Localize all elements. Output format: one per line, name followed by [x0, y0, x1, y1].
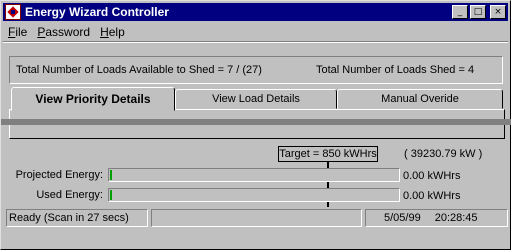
- loads-shed-text: Total Number of Loads Shed = 4: [316, 64, 475, 76]
- used-energy-value: 0.00 kWHrs: [403, 190, 461, 202]
- tab-view-priority-details[interactable]: View Priority Details: [11, 87, 175, 111]
- tab-manual-overide[interactable]: Manual Overide: [337, 89, 503, 109]
- menu-help-label: elp: [108, 24, 125, 39]
- menu-separator: [3, 41, 508, 43]
- projected-energy-bar: [108, 168, 400, 182]
- status-date: 5/05/99: [384, 212, 421, 224]
- close-button[interactable]: ×: [490, 5, 506, 19]
- used-energy-bar: [108, 188, 400, 202]
- tab-strip: View Priority Details View Load Details …: [9, 87, 505, 111]
- menu-help[interactable]: Help: [95, 25, 130, 39]
- status-panel-empty: [151, 209, 362, 227]
- status-text: Ready (Scan in 27 secs): [6, 209, 148, 227]
- menu-password-label: assword: [45, 24, 91, 39]
- menu-file[interactable]: File: [3, 25, 32, 39]
- projected-energy-value: 0.00 kWHrs: [403, 170, 461, 182]
- used-energy-label: Used Energy:: [36, 189, 103, 201]
- menu-bar: File Password Help: [3, 22, 130, 41]
- loads-summary-panel: Total Number of Loads Available to Shed …: [9, 56, 503, 84]
- title-bar[interactable]: Energy Wizard Controller _ □ ×: [3, 3, 508, 21]
- loads-available-text: Total Number of Loads Available to Shed …: [16, 64, 262, 76]
- used-energy-fill: [110, 190, 112, 200]
- projected-energy-label: Projected Energy:: [15, 169, 103, 181]
- target-energy-label: Target = 850 kWHrs: [278, 146, 378, 162]
- target-kw-value: ( 39230.79 kW ): [404, 148, 483, 160]
- menu-password[interactable]: Password: [32, 25, 95, 39]
- projected-energy-fill: [110, 170, 112, 180]
- main-window: Energy Wizard Controller _ □ × File Pass…: [0, 0, 511, 250]
- maximize-button[interactable]: □: [470, 5, 486, 19]
- tab-view-load-details[interactable]: View Load Details: [175, 89, 337, 109]
- window-title: Energy Wizard Controller: [25, 5, 169, 19]
- status-time: 20:28:45: [434, 212, 478, 224]
- status-datetime: 5/05/99 20:28:45: [365, 209, 508, 227]
- minimize-button[interactable]: _: [452, 5, 468, 19]
- target-marker-bottom: [327, 202, 329, 207]
- app-logo-icon[interactable]: [5, 4, 21, 20]
- divider-bar: [1, 119, 511, 125]
- menu-file-label: ile: [15, 24, 28, 39]
- menu-help-mnemonic: H: [100, 24, 109, 39]
